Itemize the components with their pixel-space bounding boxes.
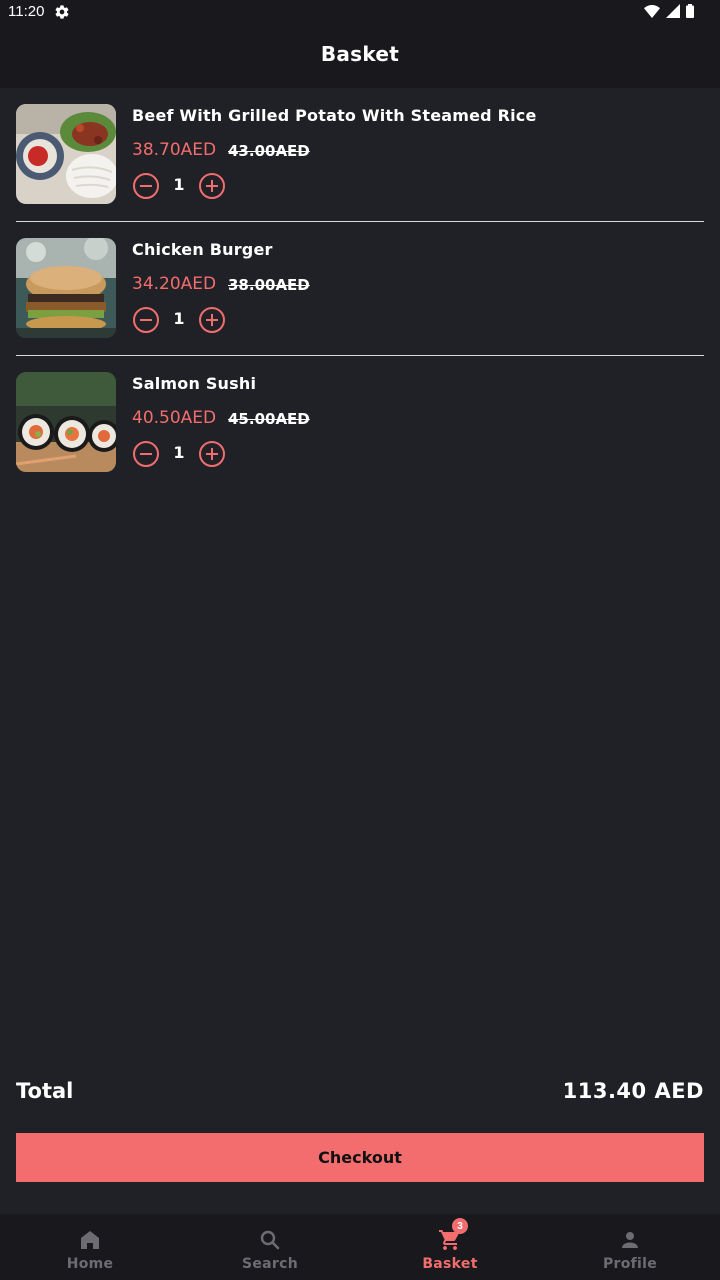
- nav-label: Home: [66, 1256, 114, 1272]
- item-price: 38.70AED: [132, 140, 217, 160]
- quantity-stepper: 1: [132, 306, 232, 334]
- item-old-price: 43.00AED: [228, 142, 310, 160]
- item-price: 40.50AED: [132, 408, 217, 428]
- quantity-stepper: 1: [132, 440, 232, 468]
- search-icon: [260, 1230, 280, 1250]
- basket-item: Salmon Sushi 40.50AED 45.00AED 1: [16, 372, 704, 489]
- nav-item-search[interactable]: Search: [180, 1214, 360, 1280]
- decrease-quantity-button[interactable]: [132, 440, 160, 468]
- cart-count-badge: 3: [452, 1218, 468, 1234]
- decrease-quantity-button[interactable]: [132, 172, 160, 200]
- status-icons: [644, 4, 694, 18]
- total-label: Total: [16, 1079, 74, 1103]
- cart-icon-wrapper: 3: [438, 1218, 468, 1252]
- item-name: Beef With Grilled Potato With Steamed Ri…: [132, 106, 537, 125]
- total-value: 113.40 AED: [562, 1079, 704, 1103]
- decrease-quantity-button[interactable]: [132, 306, 160, 334]
- salmon-sushi-image: [16, 372, 116, 472]
- quantity-value: 1: [173, 443, 185, 462]
- quantity-stepper: 1: [132, 172, 232, 200]
- status-bar: 11:20: [0, 0, 720, 24]
- bottom-navigation: Home Search 3 Basket Profile: [0, 1214, 720, 1280]
- increase-quantity-button[interactable]: [198, 172, 226, 200]
- page-title: Basket: [320, 42, 400, 66]
- wifi-icon: [644, 5, 660, 18]
- basket-list: Beef With Grilled Potato With Steamed Ri…: [16, 104, 704, 505]
- basket-item: Beef With Grilled Potato With Steamed Ri…: [16, 104, 704, 222]
- quantity-value: 1: [173, 309, 185, 328]
- nav-item-home[interactable]: Home: [0, 1214, 180, 1280]
- item-price: 34.20AED: [132, 274, 217, 294]
- nav-label: Search: [242, 1256, 298, 1272]
- item-old-price: 45.00AED: [228, 410, 310, 428]
- chicken-burger-image: [16, 238, 116, 338]
- basket-item: Chicken Burger 34.20AED 38.00AED 1: [16, 238, 704, 356]
- app-root: 11:20 Basket Beef With Grilled Potato Wi…: [0, 0, 720, 1280]
- nav-label: Profile: [602, 1256, 658, 1272]
- nav-item-basket[interactable]: 3 Basket: [360, 1214, 540, 1280]
- home-icon: [81, 1231, 99, 1249]
- settings-gear-icon: [55, 5, 69, 19]
- battery-icon: [686, 4, 694, 18]
- item-name: Chicken Burger: [132, 240, 273, 259]
- increase-quantity-button[interactable]: [198, 306, 226, 334]
- beef-rice-image: [16, 104, 116, 204]
- nav-item-profile[interactable]: Profile: [540, 1214, 720, 1280]
- signal-icon: [666, 4, 680, 18]
- increase-quantity-button[interactable]: [198, 440, 226, 468]
- item-name: Salmon Sushi: [132, 374, 257, 393]
- item-old-price: 38.00AED: [228, 276, 310, 294]
- quantity-value: 1: [173, 175, 185, 194]
- status-time: 11:20: [8, 3, 45, 20]
- app-header: Basket: [0, 24, 720, 88]
- checkout-button[interactable]: Checkout: [16, 1133, 704, 1182]
- person-icon: [622, 1232, 638, 1248]
- nav-label: Basket: [422, 1256, 478, 1272]
